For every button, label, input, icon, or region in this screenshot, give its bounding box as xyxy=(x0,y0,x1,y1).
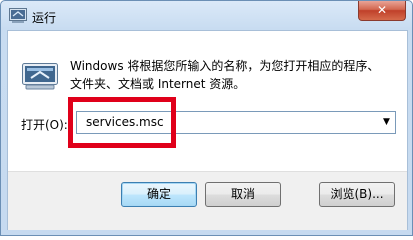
instruction-text: Windows 将根据您所输入的名称，为您打开相应的程序、 文件夹、文档或 In… xyxy=(70,57,400,93)
run-app-icon xyxy=(9,8,27,23)
dialog-body: Windows 将根据您所输入的名称，为您打开相应的程序、 文件夹、文档或 In… xyxy=(7,30,408,230)
red-highlight-box xyxy=(68,97,176,148)
open-label: 打开(O): xyxy=(21,118,68,132)
dropdown-arrow-icon[interactable]: ▼ xyxy=(378,112,395,133)
instruction-line-1: Windows 将根据您所输入的名称，为您打开相应的程序、 xyxy=(70,59,380,73)
run-program-icon xyxy=(22,63,58,90)
browse-button[interactable]: 浏览(B)... xyxy=(319,182,395,207)
cancel-button[interactable]: 取消 xyxy=(205,182,281,207)
window-title: 运行 xyxy=(32,11,57,25)
instruction-line-2: 文件夹、文档或 Internet 资源。 xyxy=(70,77,246,91)
run-dialog: 运行 ✕ Windows 将根据您所输入的名称，为您打开相应的程序、 文件夹、文… xyxy=(0,0,413,236)
title-bar[interactable]: 运行 ✕ xyxy=(1,1,412,31)
ok-button[interactable]: 确定 xyxy=(121,182,197,207)
close-icon: ✕ xyxy=(376,3,388,17)
close-button[interactable]: ✕ xyxy=(358,1,406,21)
